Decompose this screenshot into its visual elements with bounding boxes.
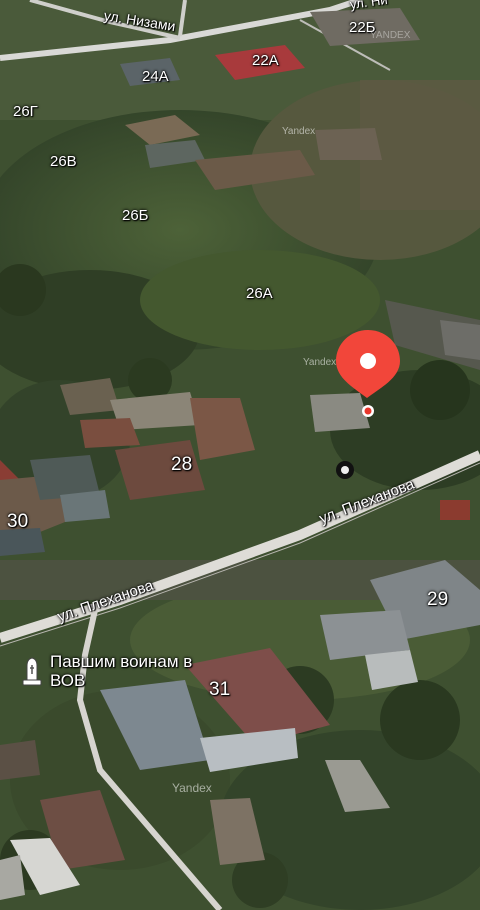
house-number-26b: 26Б: [122, 207, 149, 224]
house-number-29: 29: [427, 589, 449, 610]
poi-label: Павшим воинам в ВОВ: [50, 652, 193, 690]
house-number-22a: 22А: [252, 52, 279, 69]
yandex-watermark: Yandex: [172, 781, 212, 795]
yandex-watermark: YANDEX: [370, 30, 411, 41]
location-pin-icon[interactable]: [334, 328, 402, 420]
yandex-watermark: Yandex: [303, 357, 337, 368]
satellite-imagery: [0, 0, 480, 910]
house-number-26g: 26Г: [13, 103, 38, 120]
house-number-28: 28: [171, 454, 193, 475]
poi-monument[interactable]: Павшим воинам в ВОВ: [22, 652, 220, 690]
yandex-watermark: Yandex: [282, 126, 316, 137]
house-number-26a: 26А: [246, 285, 273, 302]
map-view[interactable]: ул. Низами ул. Ни ул. Плеханова ул. Плех…: [0, 0, 480, 910]
house-number-26v: 26В: [50, 153, 77, 170]
monument-icon: [22, 657, 42, 686]
house-number-24a: 24А: [142, 68, 169, 85]
house-number-30: 30: [7, 511, 29, 532]
